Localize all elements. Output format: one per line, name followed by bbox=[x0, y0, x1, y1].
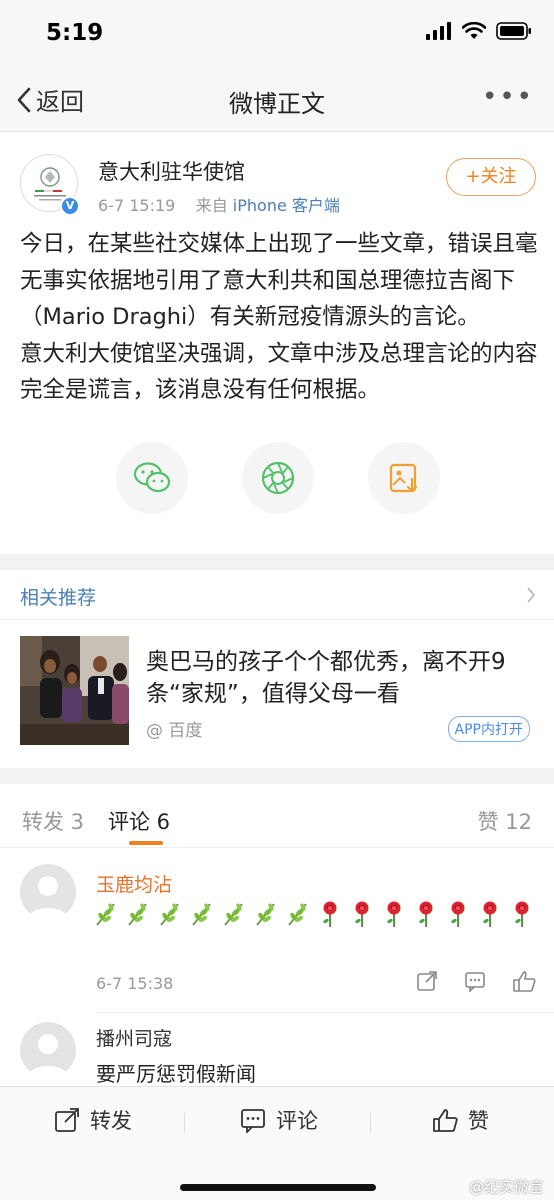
related-thumbnail[interactable] bbox=[20, 636, 129, 745]
rose-emoji-icon bbox=[387, 901, 401, 927]
more-button[interactable]: ••• bbox=[482, 82, 534, 112]
comment-username[interactable]: 播州司寇 bbox=[96, 1024, 172, 1051]
wifi-icon bbox=[462, 22, 486, 39]
comment-icon[interactable] bbox=[464, 970, 486, 992]
repost-icon bbox=[55, 1108, 79, 1132]
comment-username[interactable]: 玉鹿均沾 bbox=[96, 870, 172, 897]
leaf-emoji-icon bbox=[160, 903, 179, 926]
save-image-button[interactable] bbox=[368, 442, 440, 514]
leaf-emoji-icon bbox=[96, 903, 115, 926]
home-indicator[interactable] bbox=[180, 1184, 376, 1191]
comments-section: 转发 3 评论 6 赞 12 玉鹿均沾 6-7 15:38 播州司寇 要严厉惩罚… bbox=[0, 784, 554, 1086]
nav-bar: 返回 微博正文 ••• bbox=[0, 62, 554, 132]
rose-emoji-icon bbox=[483, 901, 497, 927]
open-in-app-button[interactable]: APP内打开 bbox=[447, 716, 530, 742]
like-icon[interactable] bbox=[512, 970, 536, 992]
author-name[interactable]: 意大利驻华使馆 bbox=[98, 156, 245, 186]
share-moments-button[interactable] bbox=[242, 442, 314, 514]
avatar[interactable] bbox=[20, 1022, 76, 1078]
default-avatar-icon bbox=[28, 876, 68, 920]
verified-badge-icon: V bbox=[60, 196, 80, 216]
wechat-icon bbox=[133, 462, 171, 493]
chevron-right-icon bbox=[527, 587, 536, 603]
related-header[interactable]: 相关推荐 bbox=[0, 570, 554, 620]
post-date: 6-7 15:19 bbox=[98, 196, 176, 215]
leaf-emoji-icon bbox=[192, 903, 211, 926]
rose-emoji-icon bbox=[323, 901, 337, 927]
save-image-icon bbox=[389, 463, 418, 493]
avatar[interactable] bbox=[20, 864, 76, 920]
signal-icon bbox=[426, 22, 451, 40]
comment-time: 6-7 15:38 bbox=[96, 974, 174, 993]
repost-label: 转发 bbox=[90, 1109, 132, 1133]
like-icon bbox=[433, 1109, 458, 1132]
weibo-post: V 意大利驻华使馆 6-7 15:19 来自 iPhone 客户端 +关注 今日… bbox=[0, 132, 554, 554]
status-bar: 5:19 bbox=[0, 0, 554, 62]
comment-actions bbox=[416, 970, 536, 992]
default-avatar-icon bbox=[28, 1034, 68, 1078]
status-icons bbox=[426, 22, 532, 40]
leaf-emoji-icon bbox=[128, 903, 147, 926]
watermark: @纪实微言 bbox=[468, 1178, 544, 1196]
repost-button[interactable]: 转发 bbox=[54, 1105, 132, 1135]
comment-text: 要严厉惩罚假新闻 bbox=[96, 1062, 256, 1086]
rose-emoji-icon bbox=[355, 901, 369, 927]
rose-emoji-icon bbox=[451, 901, 465, 927]
related-section: 相关推荐 奥巴马的孩子个个都优秀，离不开9条“家规”，值得父母一看 @ 百度 A… bbox=[0, 570, 554, 768]
status-time: 5:19 bbox=[46, 20, 104, 46]
comment-button[interactable]: 评论 bbox=[240, 1105, 318, 1135]
moments-icon bbox=[261, 461, 295, 495]
related-source: @ 百度 bbox=[146, 721, 203, 741]
share-row bbox=[116, 442, 440, 514]
separator bbox=[370, 1113, 371, 1133]
post-source-prefix: 来自 bbox=[195, 196, 228, 215]
post-paragraph: 今日，在某些社交媒体上出现了一些文章，错误且毫无事实依据地引用了意大利共和国总理… bbox=[20, 231, 538, 330]
comment-item: 播州司寇 要严厉惩罚假新闻 bbox=[0, 1014, 554, 1086]
battery-icon bbox=[496, 22, 531, 40]
repost-icon[interactable] bbox=[416, 970, 438, 992]
post-body: 今日，在某些社交媒体上出现了一些文章，错误且毫无事实依据地引用了意大利共和国总理… bbox=[20, 226, 538, 409]
post-source[interactable]: iPhone 客户端 bbox=[233, 196, 340, 215]
leaf-emoji-icon bbox=[256, 903, 275, 926]
leaf-emoji-icon bbox=[288, 903, 307, 926]
post-meta: 6-7 15:19 来自 iPhone 客户端 bbox=[98, 192, 340, 216]
comment-divider bbox=[96, 1012, 554, 1013]
separator bbox=[184, 1113, 185, 1133]
leaf-emoji-icon bbox=[224, 903, 243, 926]
post-paragraph: 意大利大使馆坚决强调，文章中涉及总理言论的内容完全是谎言，该消息没有任何根据。 bbox=[20, 340, 538, 404]
like-label: 赞 bbox=[468, 1109, 489, 1133]
related-title: 相关推荐 bbox=[20, 587, 97, 609]
rose-emoji-icon bbox=[515, 901, 529, 927]
like-button[interactable]: 赞 bbox=[432, 1105, 489, 1135]
comment-emoji-content bbox=[94, 900, 534, 928]
page-title: 微博正文 bbox=[229, 90, 325, 118]
share-wechat-button[interactable] bbox=[116, 442, 188, 514]
related-headline[interactable]: 奥巴马的孩子个个都优秀，离不开9条“家规”，值得父母一看 bbox=[146, 646, 526, 710]
comment-label: 评论 bbox=[276, 1109, 318, 1133]
comment-icon bbox=[241, 1109, 265, 1133]
comment-item: 玉鹿均沾 6-7 15:38 bbox=[0, 784, 554, 1014]
rose-emoji-icon bbox=[419, 901, 433, 927]
follow-button[interactable]: +关注 bbox=[446, 158, 536, 196]
family-photo-icon bbox=[20, 636, 129, 745]
